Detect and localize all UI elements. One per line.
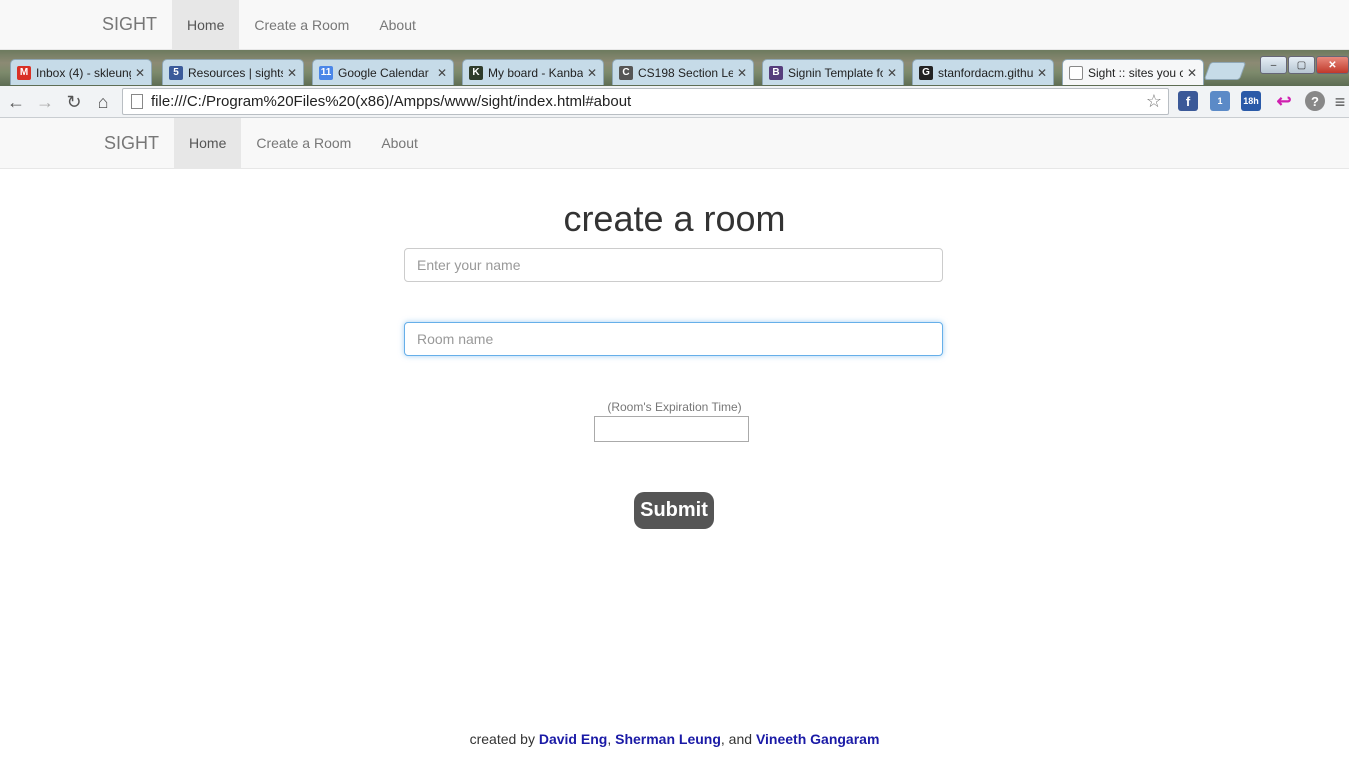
tab-title: stanfordacm.githu: [938, 65, 1033, 80]
github-icon: G: [919, 65, 933, 80]
menu-icon[interactable]: ≡: [1333, 90, 1347, 114]
maximize-icon[interactable]: ▢: [1288, 56, 1315, 74]
footer-prefix: created by: [469, 731, 539, 747]
browser-tab[interactable]: Gstanfordacm.githu ✕: [912, 59, 1054, 85]
pocket-extension-icon[interactable]: ↩: [1274, 91, 1294, 111]
chat-extension-icon[interactable]: 1: [1210, 91, 1230, 111]
tab-close-icon[interactable]: ✕: [1037, 66, 1047, 80]
reload-icon[interactable]: ↻: [63, 90, 85, 114]
kanban-icon: K: [469, 65, 483, 80]
browser-tab[interactable]: 11 Google Calendar ✕: [312, 59, 454, 85]
gmail-icon: M: [17, 65, 31, 80]
tab-close-icon[interactable]: ✕: [1187, 66, 1197, 80]
nav-brand[interactable]: SIGHT: [0, 118, 174, 168]
tab-close-icon[interactable]: ✕: [587, 66, 597, 80]
calendar-badge: 18h: [1243, 96, 1259, 106]
tab-title: Inbox (4) - skleung: [36, 65, 131, 80]
nav-brand-top[interactable]: SIGHT: [0, 0, 172, 49]
room-name-input[interactable]: [404, 322, 943, 356]
close-window-icon[interactable]: ✕: [1316, 56, 1349, 74]
address-bar[interactable]: file:///C:/Program%20Files%20(x86)/Ampps…: [122, 88, 1169, 115]
bootstrap-icon: B: [769, 65, 783, 80]
tab-title: Signin Template fo: [788, 65, 883, 80]
tab-title: CS198 Section Lea: [638, 65, 733, 80]
tab-title: Google Calendar: [338, 65, 429, 80]
calendar-icon: 11: [319, 65, 333, 80]
nav-create-room[interactable]: Create a Room: [241, 118, 366, 168]
cs198-icon: C: [619, 65, 633, 80]
new-tab-button[interactable]: [1203, 62, 1247, 80]
nav-top-about[interactable]: About: [364, 0, 431, 49]
forward-icon[interactable]: →: [34, 90, 56, 114]
back-icon[interactable]: ←: [5, 90, 27, 114]
author-link-2[interactable]: Sherman Leung: [615, 731, 721, 747]
submit-button[interactable]: Submit: [634, 492, 714, 529]
tab-close-icon[interactable]: ✕: [135, 66, 145, 80]
chat-badge: 1: [1217, 96, 1223, 106]
tab-title: Resources | sightsi: [188, 65, 283, 80]
site-navbar: SIGHT Home Create a Room About: [0, 118, 1349, 169]
help-extension-icon[interactable]: ?: [1305, 91, 1325, 111]
browser-tab[interactable]: 5 Resources | sightsi ✕: [162, 59, 304, 85]
home-icon[interactable]: ⌂: [92, 90, 114, 114]
footer: created by David Eng, Sherman Leung, and…: [0, 731, 1349, 747]
page-icon: [131, 94, 143, 109]
tab-close-icon[interactable]: ✕: [287, 66, 297, 80]
browser-toolbar: ← → ↻ ⌂ file:///C:/Program%20Files%20(x8…: [0, 86, 1349, 118]
url-text: file:///C:/Program%20Files%20(x86)/Ampps…: [151, 93, 632, 110]
footer-sep-2: , and: [720, 731, 756, 747]
nav-home[interactable]: Home: [174, 118, 242, 168]
top-navbar: SIGHT Home Create a Room About: [0, 0, 1349, 50]
facebook-icon[interactable]: f: [1178, 91, 1198, 111]
browser-tab[interactable]: B Signin Template fo ✕: [762, 59, 904, 85]
tab-close-icon[interactable]: ✕: [737, 66, 747, 80]
browser-tab[interactable]: K My board - Kanba ✕: [462, 59, 604, 85]
nav-top-home[interactable]: Home: [172, 0, 240, 49]
resources-icon: 5: [169, 65, 183, 80]
page-title: create a room: [563, 198, 786, 239]
calendar-extension-icon[interactable]: 18h: [1241, 91, 1261, 111]
footer-sep-1: ,: [607, 731, 616, 747]
browser-tab[interactable]: Sight :: sites you c ✕: [1062, 59, 1204, 85]
name-input[interactable]: [404, 248, 943, 282]
tab-close-icon[interactable]: ✕: [437, 66, 447, 80]
expiration-label: (Room's Expiration Time): [607, 400, 742, 414]
page-icon: [1069, 65, 1083, 80]
minimize-icon[interactable]: ‒: [1260, 56, 1287, 74]
tab-title: My board - Kanba: [488, 65, 583, 80]
bookmark-star-icon[interactable]: ☆: [1146, 91, 1162, 112]
nav-about[interactable]: About: [366, 118, 433, 168]
browser-tab[interactable]: C CS198 Section Lea ✕: [612, 59, 754, 85]
browser-tabstrip: M Inbox (4) - skleung ✕ 5 Resources | sights…: [0, 50, 1349, 87]
author-link-3[interactable]: Vineeth Gangaram: [756, 731, 879, 747]
tab-close-icon[interactable]: ✕: [887, 66, 897, 80]
author-link-1[interactable]: David Eng: [539, 731, 607, 747]
nav-top-create-room[interactable]: Create a Room: [239, 0, 364, 49]
expiration-input[interactable]: [594, 416, 749, 442]
tab-title: Sight :: sites you c: [1088, 65, 1183, 80]
browser-tab[interactable]: M Inbox (4) - skleung ✕: [10, 59, 152, 85]
